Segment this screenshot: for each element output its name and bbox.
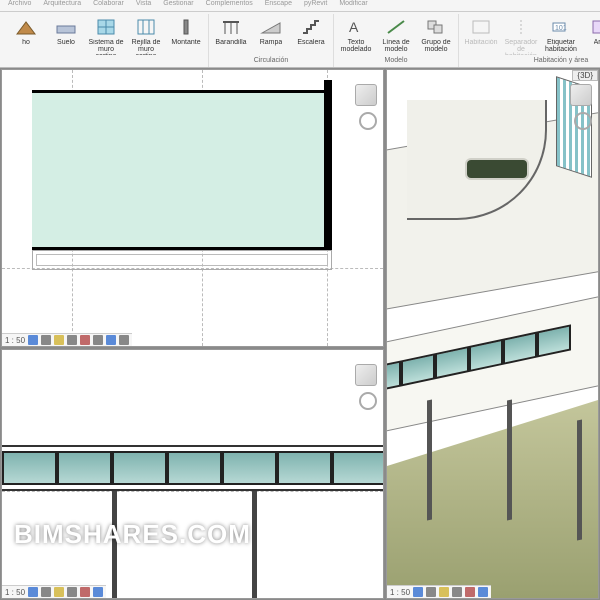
sistema-muro-cortina-button[interactable]: Sistema de muro cortina: [86, 14, 126, 56]
iso-column: [507, 400, 512, 521]
reveal-hidden-icon[interactable]: [119, 335, 129, 345]
temp-hide-icon[interactable]: [478, 587, 488, 597]
menu-item[interactable]: Archivo: [8, 0, 31, 11]
sun-path-icon[interactable]: [439, 587, 449, 597]
visual-style-icon[interactable]: [41, 587, 51, 597]
stair-icon: [300, 15, 322, 39]
view-title[interactable]: {3D}: [572, 70, 598, 81]
roof-icon: [15, 15, 37, 39]
plan-column: [324, 80, 332, 248]
menu-item[interactable]: Complementos: [206, 0, 253, 11]
ribbon: ho Suelo Sistema de muro cortina Rejilla…: [0, 12, 600, 68]
model-line-icon: [385, 15, 407, 39]
suelo-button[interactable]: Suelo: [46, 14, 86, 56]
view-control-bar: 1 : 50: [2, 333, 132, 346]
workspace: 1 : 50: [0, 68, 600, 600]
view-scale[interactable]: 1 : 50: [5, 588, 25, 597]
viewport-3d[interactable]: {3D} 1 : 50: [386, 69, 599, 599]
view-scale[interactable]: 1 : 50: [5, 336, 25, 345]
model-group-icon: [425, 15, 447, 39]
visual-style-icon[interactable]: [41, 335, 51, 345]
detail-level-icon[interactable]: [28, 335, 38, 345]
ribbon-group-room-area: Habitación Separador de habitación 101 E…: [459, 14, 600, 67]
steering-wheel-icon[interactable]: [359, 392, 377, 410]
iso-column: [427, 400, 432, 521]
floor-icon: [55, 15, 77, 39]
texto-modelado-button[interactable]: A Texto modelado: [336, 14, 376, 56]
menu-item[interactable]: Colaborar: [93, 0, 124, 11]
temp-hide-icon[interactable]: [93, 587, 103, 597]
viewport-elevation[interactable]: 1 : 50: [1, 349, 384, 599]
crop-view-icon[interactable]: [80, 335, 90, 345]
curtain-system-icon: [95, 15, 117, 39]
sun-path-icon[interactable]: [54, 587, 64, 597]
elevation-column: [252, 491, 257, 599]
plan-room-fill: [32, 90, 332, 250]
area-button[interactable]: Área: [581, 14, 600, 56]
shadows-icon[interactable]: [67, 587, 77, 597]
sun-path-icon[interactable]: [54, 335, 64, 345]
viewcube[interactable]: [355, 84, 377, 106]
menu-item[interactable]: pyRevit: [304, 0, 327, 11]
iso-column: [577, 420, 582, 541]
detail-level-icon[interactable]: [28, 587, 38, 597]
rampa-button[interactable]: Rampa: [251, 14, 291, 56]
menu-item[interactable]: Gestionar: [163, 0, 193, 11]
steering-wheel-icon[interactable]: [359, 112, 377, 130]
temp-hide-icon[interactable]: [106, 335, 116, 345]
menu-item[interactable]: Enscape: [265, 0, 292, 11]
shadows-icon[interactable]: [452, 587, 462, 597]
menubar: Archivo Arquitectura Colaborar Vista Ges…: [0, 0, 600, 12]
iso-roof-planter: [467, 160, 527, 178]
svg-text:101: 101: [555, 25, 567, 32]
ribbon-group-label: Habitación y área: [534, 56, 588, 66]
visual-style-icon[interactable]: [426, 587, 436, 597]
ribbon-group-build: ho Suelo Sistema de muro cortina Rejilla…: [4, 14, 209, 67]
shadows-icon[interactable]: [67, 335, 77, 345]
menu-item[interactable]: Vista: [136, 0, 151, 11]
etiquetar-habitacion-button[interactable]: 101 Etiquetar habitación: [541, 14, 581, 56]
viewport-plan[interactable]: 1 : 50: [1, 69, 384, 347]
plan-window-strip: [32, 250, 332, 270]
railing-icon: [220, 15, 242, 39]
ribbon-group-label: Circulación: [254, 56, 289, 66]
linea-modelo-button[interactable]: Línea de modelo: [376, 14, 416, 56]
menu-item[interactable]: Modificar: [339, 0, 367, 11]
model-text-icon: A: [345, 15, 367, 39]
curtain-grid-icon: [135, 15, 157, 39]
ribbon-group-circulation: Barandilla Rampa Escalera Circulación: [209, 14, 334, 67]
view-control-bar: 1 : 50: [387, 585, 491, 598]
crop-view-icon[interactable]: [465, 587, 475, 597]
area-icon: [590, 15, 600, 39]
mullion-icon: [175, 15, 197, 39]
view-scale[interactable]: 1 : 50: [390, 588, 410, 597]
ribbon-group-label: Modelo: [385, 56, 408, 66]
tag-room-icon: 101: [550, 15, 572, 39]
detail-level-icon[interactable]: [413, 587, 423, 597]
montante-button[interactable]: Montante: [166, 14, 206, 56]
ribbon-group-model: A Texto modelado Línea de modelo Grupo d…: [334, 14, 459, 67]
crop-region-icon[interactable]: [93, 335, 103, 345]
grupo-modelo-button[interactable]: Grupo de modelo: [416, 14, 456, 56]
techo-button[interactable]: ho: [6, 14, 46, 56]
watermark: BIMSHARES.COM: [14, 519, 251, 550]
room-separator-icon: [510, 15, 532, 39]
viewcube[interactable]: [355, 364, 377, 386]
menu-item[interactable]: Arquitectura: [43, 0, 81, 11]
view-control-bar: 1 : 50: [2, 585, 106, 598]
ramp-icon: [260, 15, 282, 39]
steering-wheel-icon[interactable]: [574, 112, 592, 130]
separador-habitacion-button: Separador de habitación: [501, 14, 541, 56]
escalera-button[interactable]: Escalera: [291, 14, 331, 56]
crop-view-icon[interactable]: [80, 587, 90, 597]
room-icon: [470, 15, 492, 39]
elevation-window-row: [2, 451, 384, 485]
rejilla-muro-cortina-button[interactable]: Rejilla de muro cortina: [126, 14, 166, 56]
viewcube[interactable]: [570, 84, 592, 106]
habitacion-button: Habitación: [461, 14, 501, 56]
barandilla-button[interactable]: Barandilla: [211, 14, 251, 56]
svg-text:A: A: [349, 19, 359, 35]
